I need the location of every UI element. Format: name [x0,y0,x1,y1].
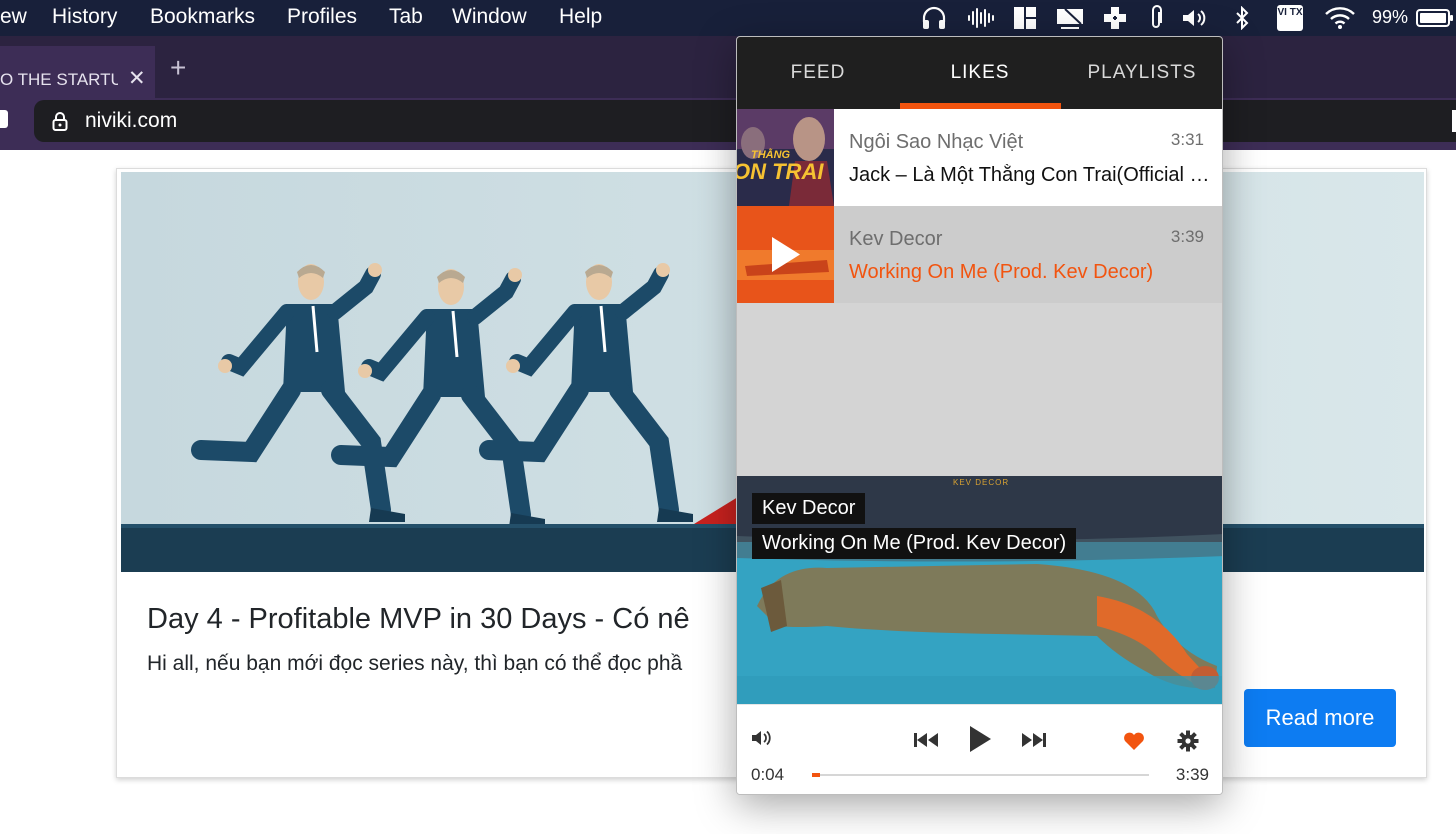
url-text: niviki.com [85,109,178,132]
now-playing-title[interactable]: Working On Me (Prod. Kev Decor) [752,528,1077,559]
skip-back-icon[interactable] [911,727,941,753]
elapsed-time: 0:04 [751,765,785,784]
volume-icon[interactable] [1180,4,1210,32]
track-item-playing[interactable]: Kev Decor 3:39 Working On Me (Prod. Kev … [737,206,1222,303]
heart-icon[interactable] [1121,729,1147,753]
total-time: 3:39 [1175,765,1209,784]
menu-window[interactable]: Window [452,5,527,29]
menu-bar: ew History Bookmarks Profiles Tab Window… [0,0,1456,36]
settings-gear-icon[interactable] [1175,729,1201,753]
track-thumbnail[interactable] [737,206,834,303]
menu-bookmarks[interactable]: Bookmarks [150,5,255,29]
browser-tab[interactable]: O THE STARTUP ✕ [0,46,155,98]
toolbar-button-edge[interactable] [1452,110,1456,132]
bluetooth-icon[interactable] [1232,4,1252,32]
track-artist: Kev Decor [849,228,943,250]
track-thumbnail[interactable]: THẰNG ON TRAI [737,109,834,206]
track-artist: Ngôi Sao Nhạc Việt [849,131,1024,153]
track-title: Working On Me (Prod. Kev Decor) [849,261,1154,283]
headphones-icon[interactable] [920,4,948,32]
tab-likes[interactable]: LIKES [899,37,1061,109]
input-source-icon[interactable]: VI TX [1276,4,1304,32]
read-more-button[interactable]: Read more [1244,689,1396,747]
progress-bar[interactable] [812,773,1149,777]
menu-help[interactable]: Help [559,5,602,29]
menu-view[interactable]: ew [0,5,27,29]
battery-percent[interactable]: 99% [1372,7,1408,28]
audio-waveform-icon[interactable] [966,4,996,32]
tab-title: O THE STARTUP [0,70,118,89]
track-title: Jack – Là Một Thằng Con Trai(Official MV… [849,164,1211,186]
input-source-label: VI TX [1277,5,1303,31]
menu-profiles[interactable]: Profiles [287,5,357,29]
skip-forward-icon[interactable] [1019,727,1049,753]
address-bar: niviki.com [0,98,1456,150]
post-excerpt: Hi all, nếu bạn mới đọc series này, thì … [147,652,683,675]
paperclip-icon[interactable] [1146,4,1166,32]
new-tab-plus-icon[interactable]: + [170,54,186,82]
track-item[interactable]: THẰNG ON TRAI Ngôi Sao Nhạc Việt 3:31 Ja… [737,109,1222,206]
lock-icon[interactable] [52,111,68,136]
screen-share-icon[interactable] [1054,4,1086,32]
player-tabs: FEED LIKES PLAYLISTS [737,37,1222,109]
tab-bar: O THE STARTUP ✕ + [0,36,1456,98]
toolbar-button-edge[interactable] [0,110,8,128]
player-controls: 0:04 3:39 [737,704,1222,794]
menu-history[interactable]: History [52,5,117,29]
soundcloud-player-popup: FEED LIKES PLAYLISTS THẰNG ON TRAI Ngôi … [736,36,1223,795]
wifi-icon[interactable] [1322,4,1358,32]
close-icon[interactable]: ✕ [128,66,146,91]
now-playing-artist[interactable]: Kev Decor [752,493,866,524]
window-layout-icon[interactable] [1012,4,1038,32]
menu-tab[interactable]: Tab [389,5,423,29]
thumbnail-text: ON TRAI [737,159,824,184]
battery-icon[interactable] [1416,4,1454,32]
track-list-empty-space [737,303,1222,476]
cover-brand: KEV DECOR [953,478,1010,487]
tab-playlists[interactable]: PLAYLISTS [1061,37,1222,109]
post-title[interactable]: Day 4 - Profitable MVP in 30 Days - Có n… [147,603,690,636]
medical-cross-icon[interactable] [1100,4,1130,32]
now-playing-artwork: KEV DECOR Kev Decor Working On Me (Prod.… [737,476,1222,704]
track-duration: 3:39 [1170,227,1204,246]
tab-feed[interactable]: FEED [737,37,899,109]
progress-fill [812,773,820,777]
play-button[interactable] [965,721,995,757]
track-duration: 3:31 [1170,130,1204,149]
volume-icon[interactable] [749,727,775,749]
